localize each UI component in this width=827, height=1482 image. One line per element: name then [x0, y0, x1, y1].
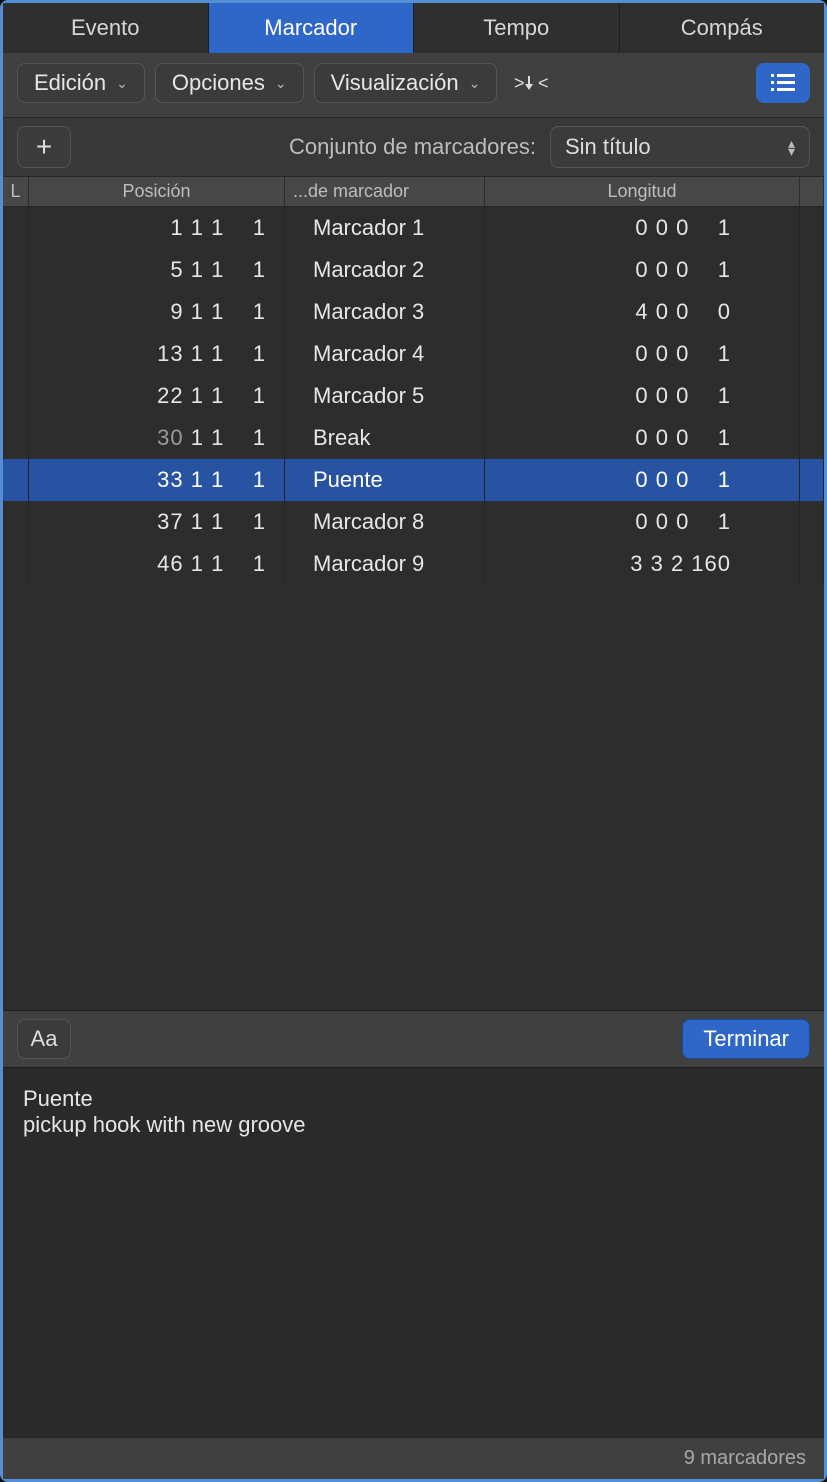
- row-position-cell[interactable]: 22 1 1 1: [29, 375, 285, 417]
- chevron-down-icon: ⌄: [275, 75, 287, 92]
- row-name-cell[interactable]: Marcador 9: [285, 543, 485, 585]
- row-name-cell[interactable]: Break: [285, 417, 485, 459]
- row-name-cell[interactable]: Marcador 8: [285, 501, 485, 543]
- table-row[interactable]: 22 1 1 1Marcador 50 0 0 1: [3, 375, 824, 417]
- row-last-cell: [800, 291, 824, 333]
- row-l-cell[interactable]: [3, 291, 29, 333]
- display-menu-label: Visualización: [331, 70, 459, 96]
- marker-grid[interactable]: 1 1 1 1Marcador 10 0 0 15 1 1 1Marcador …: [3, 207, 824, 1010]
- row-position-cell[interactable]: 30 1 1 1: [29, 417, 285, 459]
- svg-text:<: <: [538, 73, 549, 93]
- marker-notes[interactable]: Puente pickup hook with new groove: [3, 1067, 824, 1437]
- table-row[interactable]: 9 1 1 1Marcador 34 0 0 0: [3, 291, 824, 333]
- row-l-cell[interactable]: [3, 543, 29, 585]
- stepper-icon: ▴▾: [788, 139, 795, 155]
- row-l-cell[interactable]: [3, 207, 29, 249]
- table-row[interactable]: 30 1 1 1Break0 0 0 1: [3, 417, 824, 459]
- row-length-cell[interactable]: 0 0 0 1: [485, 207, 800, 249]
- catch-playhead-icon: > <: [514, 72, 554, 94]
- table-row[interactable]: 5 1 1 1Marcador 20 0 0 1: [3, 249, 824, 291]
- column-header-name[interactable]: ...de marcador: [285, 177, 485, 206]
- row-length-cell[interactable]: 3 3 2 160: [485, 543, 800, 585]
- row-l-cell[interactable]: [3, 417, 29, 459]
- toolbar: Edición ⌄ Opciones ⌄ Visualización ⌄ > <: [3, 53, 824, 118]
- table-row[interactable]: 13 1 1 1Marcador 40 0 0 1: [3, 333, 824, 375]
- row-length-cell[interactable]: 0 0 0 1: [485, 375, 800, 417]
- row-name-cell[interactable]: Marcador 5: [285, 375, 485, 417]
- options-menu[interactable]: Opciones ⌄: [155, 63, 304, 103]
- row-position-cell[interactable]: 13 1 1 1: [29, 333, 285, 375]
- marker-set-value: Sin título: [565, 134, 651, 160]
- row-position-cell[interactable]: 1 1 1 1: [29, 207, 285, 249]
- column-header-length[interactable]: Longitud: [485, 177, 800, 206]
- marker-set-select[interactable]: Sin título ▴▾: [550, 126, 810, 168]
- status-bar: 9 marcadores: [3, 1437, 824, 1479]
- row-position-cell[interactable]: 46 1 1 1: [29, 543, 285, 585]
- column-header-l[interactable]: L: [3, 177, 29, 206]
- list-view-toggle[interactable]: [756, 63, 810, 103]
- marker-set-label: Conjunto de marcadores:: [289, 134, 536, 160]
- row-l-cell[interactable]: [3, 459, 29, 501]
- row-length-cell[interactable]: 0 0 0 1: [485, 417, 800, 459]
- svg-text:>: >: [514, 73, 525, 93]
- row-l-cell[interactable]: [3, 375, 29, 417]
- row-position-cell[interactable]: 5 1 1 1: [29, 249, 285, 291]
- row-length-cell[interactable]: 4 0 0 0: [485, 291, 800, 333]
- row-name-cell[interactable]: Marcador 3: [285, 291, 485, 333]
- table-row[interactable]: 46 1 1 1Marcador 93 3 2 160: [3, 543, 824, 585]
- row-last-cell: [800, 417, 824, 459]
- tab-tempo[interactable]: Tempo: [414, 3, 620, 53]
- row-name-cell[interactable]: Marcador 2: [285, 249, 485, 291]
- edit-menu[interactable]: Edición ⌄: [17, 63, 145, 103]
- column-header-spacer: [800, 177, 824, 206]
- row-length-cell[interactable]: 0 0 0 1: [485, 249, 800, 291]
- row-length-cell[interactable]: 0 0 0 1: [485, 501, 800, 543]
- font-style-button[interactable]: Aa: [17, 1019, 71, 1059]
- catch-playhead-button[interactable]: > <: [507, 63, 561, 103]
- list-icon: [771, 74, 795, 92]
- add-marker-button[interactable]: +: [17, 126, 71, 168]
- row-position-cell[interactable]: 33 1 1 1: [29, 459, 285, 501]
- row-length-cell[interactable]: 0 0 0 1: [485, 333, 800, 375]
- row-l-cell[interactable]: [3, 501, 29, 543]
- tab-marcador[interactable]: Marcador: [209, 3, 415, 53]
- status-text: 9 marcadores: [684, 1447, 806, 1470]
- plus-icon: +: [36, 131, 52, 163]
- row-last-cell: [800, 543, 824, 585]
- tab-bar: Evento Marcador Tempo Compás: [3, 3, 824, 53]
- row-last-cell: [800, 333, 824, 375]
- chevron-down-icon: ⌄: [469, 75, 481, 92]
- finish-button[interactable]: Terminar: [682, 1019, 810, 1059]
- row-last-cell: [800, 459, 824, 501]
- notes-toolbar: Aa Terminar: [3, 1010, 824, 1067]
- chevron-down-icon: ⌄: [116, 75, 128, 92]
- row-name-cell[interactable]: Marcador 1: [285, 207, 485, 249]
- row-l-cell[interactable]: [3, 333, 29, 375]
- row-last-cell: [800, 207, 824, 249]
- table-row[interactable]: 33 1 1 1Puente0 0 0 1: [3, 459, 824, 501]
- row-last-cell: [800, 249, 824, 291]
- column-header-row: L Posición ...de marcador Longitud: [3, 177, 824, 207]
- table-row[interactable]: 1 1 1 1Marcador 10 0 0 1: [3, 207, 824, 249]
- tab-compas[interactable]: Compás: [620, 3, 825, 53]
- row-position-cell[interactable]: 9 1 1 1: [29, 291, 285, 333]
- row-last-cell: [800, 375, 824, 417]
- row-name-cell[interactable]: Puente: [285, 459, 485, 501]
- row-length-cell[interactable]: 0 0 0 1: [485, 459, 800, 501]
- row-name-cell[interactable]: Marcador 4: [285, 333, 485, 375]
- marker-set-row: + Conjunto de marcadores: Sin título ▴▾: [3, 118, 824, 177]
- display-menu[interactable]: Visualización ⌄: [314, 63, 498, 103]
- options-menu-label: Opciones: [172, 70, 265, 96]
- column-header-position[interactable]: Posición: [29, 177, 285, 206]
- row-l-cell[interactable]: [3, 249, 29, 291]
- row-last-cell: [800, 501, 824, 543]
- table-row[interactable]: 37 1 1 1Marcador 80 0 0 1: [3, 501, 824, 543]
- row-position-cell[interactable]: 37 1 1 1: [29, 501, 285, 543]
- tab-evento[interactable]: Evento: [3, 3, 209, 53]
- edit-menu-label: Edición: [34, 70, 106, 96]
